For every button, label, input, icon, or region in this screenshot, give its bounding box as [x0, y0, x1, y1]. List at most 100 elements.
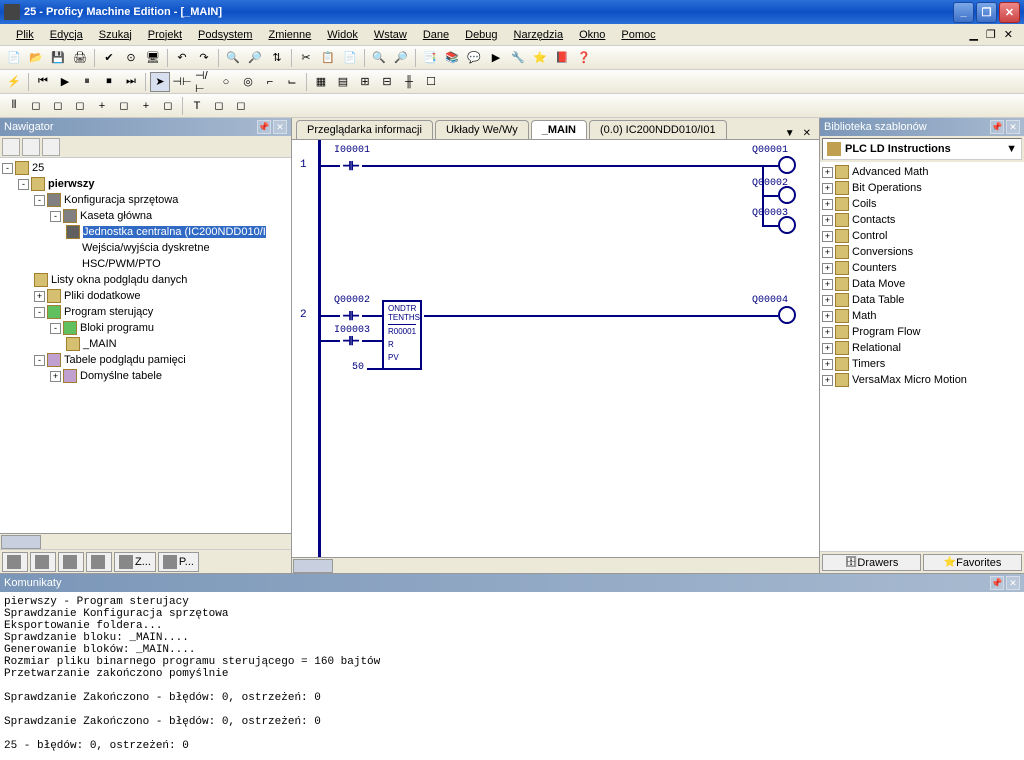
menu-projekt[interactable]: Projekt [140, 27, 190, 43]
tree-toggle[interactable]: + [822, 263, 833, 274]
menu-zmienne[interactable]: Zmienne [260, 27, 319, 43]
pointer-icon[interactable]: ➤ [150, 72, 170, 92]
undo-icon[interactable]: ↶ [172, 48, 192, 68]
coil[interactable] [778, 216, 796, 234]
lib-item[interactable]: Timers [852, 358, 885, 370]
zoom-in-icon[interactable]: 🔍 [223, 48, 243, 68]
tree-root[interactable]: 25 [32, 162, 44, 174]
lib-item[interactable]: Conversions [852, 246, 913, 258]
sq6-icon[interactable]: ◻ [209, 96, 229, 116]
tab-io[interactable]: Układy We/Wy [435, 120, 529, 139]
nav-tab5[interactable]: Z... [114, 552, 156, 572]
nav-tab6[interactable]: P... [158, 552, 199, 572]
tab-close-icon[interactable]: ✕ [799, 128, 815, 139]
tree-toggle[interactable]: + [822, 375, 833, 386]
menu-pomoc[interactable]: Pomoc [613, 27, 663, 43]
tree-item[interactable]: Listy okna podglądu danych [51, 274, 187, 286]
sq4-icon[interactable]: ◻ [114, 96, 134, 116]
editor-scrollbar[interactable] [292, 557, 819, 573]
tree-toggle[interactable]: - [34, 355, 45, 366]
lib-item[interactable]: Math [852, 310, 876, 322]
tree-item[interactable]: Program sterujący [64, 306, 153, 318]
menu-wstaw[interactable]: Wstaw [366, 27, 415, 43]
monitor-icon[interactable]: 🖥 [143, 48, 163, 68]
tree-toggle[interactable]: + [822, 279, 833, 290]
nav-tab4[interactable] [86, 552, 112, 572]
tree-toggle[interactable]: + [34, 291, 45, 302]
bolt-icon[interactable]: ⚡ [4, 72, 24, 92]
lib-item[interactable]: Counters [852, 262, 897, 274]
tree-toggle[interactable]: + [822, 247, 833, 258]
panel-pin-icon[interactable]: 📌 [257, 120, 271, 134]
tree-toggle[interactable]: - [34, 195, 45, 206]
nav-scrollbar[interactable] [0, 533, 291, 549]
tree-item[interactable]: HSC/PWM/PTO [82, 258, 161, 270]
ladder-editor[interactable]: I00001 1 Q00001 Q00002 Q00003 2 Q00002 O… [292, 140, 819, 557]
book-icon[interactable]: 📕 [552, 48, 572, 68]
tree-toggle[interactable]: + [822, 231, 833, 242]
lib-item[interactable]: Data Move [852, 278, 905, 290]
nav-btn2[interactable] [22, 138, 40, 156]
sq7-icon[interactable]: ◻ [231, 96, 251, 116]
find-icon[interactable]: 🔍 [369, 48, 389, 68]
lib-item[interactable]: Advanced Math [852, 166, 928, 178]
lib-item[interactable]: Contacts [852, 214, 895, 226]
nav-btn3[interactable] [42, 138, 60, 156]
seg-icon[interactable]: ╫ [399, 72, 419, 92]
menu-widok[interactable]: Widok [319, 27, 366, 43]
mdi-minimize[interactable]: ▁ [966, 28, 980, 41]
panel-pin-icon[interactable]: 📌 [990, 576, 1004, 590]
tree-toggle[interactable]: + [822, 311, 833, 322]
mdi-restore[interactable]: ❐ [983, 28, 999, 41]
t-icon[interactable]: T [187, 96, 207, 116]
plus-icon[interactable]: + [92, 96, 112, 116]
nav-tab2[interactable] [30, 552, 56, 572]
contact-no[interactable] [340, 308, 362, 324]
tree-toggle[interactable]: - [2, 163, 13, 174]
tab-cpu[interactable]: (0.0) IC200NDD010/I01 [589, 120, 727, 139]
tree-item[interactable]: Konfiguracja sprzętowa [64, 194, 178, 206]
sort-icon[interactable]: ⇅ [267, 48, 287, 68]
lib-item[interactable]: Bit Operations [852, 182, 922, 194]
find2-icon[interactable]: 🔎 [391, 48, 411, 68]
tab-drawers[interactable]: 🗄 Drawers [822, 554, 921, 571]
coil[interactable] [778, 186, 796, 204]
menu-debug[interactable]: Debug [457, 27, 505, 43]
tab-main[interactable]: _MAIN [531, 120, 587, 139]
panel-close-icon[interactable]: ✕ [1006, 576, 1020, 590]
grid-icon[interactable]: ▦ [311, 72, 331, 92]
no-contact-icon[interactable]: ⊣⊢ [172, 72, 192, 92]
tree-project[interactable]: pierwszy [48, 178, 94, 190]
maximize-button[interactable]: ❐ [976, 2, 997, 23]
minimize-button[interactable]: _ [953, 2, 974, 23]
stop-icon[interactable]: ⏹ [99, 72, 119, 92]
target-icon[interactable]: ⊙ [121, 48, 141, 68]
ins-icon[interactable]: ⊞ [355, 72, 375, 92]
play-icon[interactable]: ▶ [55, 72, 75, 92]
lib-item[interactable]: Data Table [852, 294, 904, 306]
copy-icon[interactable]: 📋 [318, 48, 338, 68]
box-icon[interactable]: ☐ [421, 72, 441, 92]
menu-dane[interactable]: Dane [415, 27, 457, 43]
zoom-out-icon[interactable]: 🔎 [245, 48, 265, 68]
wire-icon[interactable]: ⌐ [260, 72, 280, 92]
cut-icon[interactable]: ✂ [296, 48, 316, 68]
panel-close-icon[interactable]: ✕ [273, 120, 287, 134]
tree-toggle[interactable]: + [822, 343, 833, 354]
lib-item[interactable]: Control [852, 230, 887, 242]
tree-toggle[interactable]: + [822, 215, 833, 226]
close-button[interactable]: ✕ [999, 2, 1020, 23]
menu-okno[interactable]: Okno [571, 27, 613, 43]
menu-szukaj[interactable]: Szukaj [91, 27, 140, 43]
tree-item-selected[interactable]: Jednostka centralna (IC200NDD010/I [83, 226, 266, 238]
print-icon[interactable]: 🖨 [70, 48, 90, 68]
open-icon[interactable]: 📂 [26, 48, 46, 68]
lib-icon[interactable]: 📚 [442, 48, 462, 68]
redo-icon[interactable]: ↷ [194, 48, 214, 68]
menu-narzedzia[interactable]: Narzędzia [506, 27, 572, 43]
library-selector[interactable]: PLC LD Instructions ▼ [822, 138, 1022, 160]
tree-toggle[interactable]: - [50, 211, 61, 222]
plus2-icon[interactable]: + [136, 96, 156, 116]
sq1-icon[interactable]: ◻ [26, 96, 46, 116]
coil-icon[interactable]: ○ [216, 72, 236, 92]
